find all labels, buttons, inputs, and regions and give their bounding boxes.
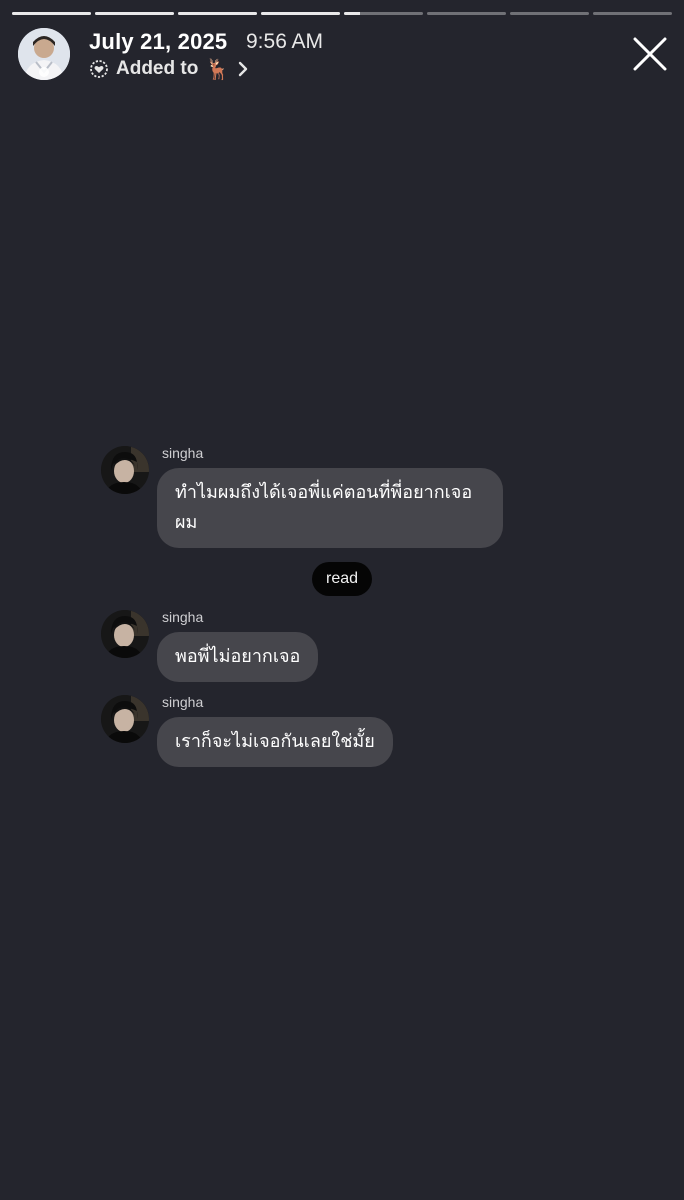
sender-name: singha (162, 694, 204, 710)
progress-segment-fill (261, 12, 340, 15)
progress-segment-fill (178, 12, 257, 15)
progress-segment-fill (95, 12, 174, 15)
progress-segment (178, 12, 257, 15)
profile-avatar[interactable] (18, 28, 70, 80)
story-time: 9:56 AM (246, 30, 324, 53)
progress-segment (593, 12, 672, 15)
close-icon (633, 37, 667, 71)
sender-name: singha (162, 445, 204, 461)
story-date: July 21, 2025 (89, 29, 228, 54)
progress-segment-fill (12, 12, 91, 15)
progress-segment (261, 12, 340, 15)
progress-segment (344, 12, 423, 15)
progress-segment (12, 12, 91, 15)
progress-segment (427, 12, 506, 15)
sender-avatar[interactable] (101, 446, 149, 494)
story-progress-bar (12, 12, 672, 15)
sender-name: singha (162, 609, 204, 625)
sender-photo (101, 695, 149, 743)
progress-segment-fill (344, 12, 360, 15)
chevron-right-icon (239, 61, 248, 77)
progress-segment (95, 12, 174, 15)
highlight-link[interactable]: Added to 🦌 (89, 56, 249, 82)
highlight-emoji: 🦌 (205, 57, 231, 81)
close-button[interactable] (630, 34, 670, 74)
sender-avatar[interactable] (101, 610, 149, 658)
profile-photo (18, 28, 70, 80)
added-to-label: Added to (116, 58, 199, 79)
message-bubble: ทำไมผมถึงได้เจอพี่แค่ตอนที่พี่อยากเจอ ผม (157, 468, 503, 548)
read-receipt: read (312, 562, 372, 596)
sender-avatar[interactable] (101, 695, 149, 743)
story-header: July 21, 2025 9:56 AM Added to 🦌 (18, 28, 670, 82)
heart-circle-icon (90, 60, 108, 78)
progress-segment (510, 12, 589, 15)
message-bubble: พอพี่ไม่อยากเจอ (157, 632, 319, 682)
sender-photo (101, 446, 149, 494)
sender-photo (101, 610, 149, 658)
message-bubble: เราก็จะไม่เจอกันเลยใช่มั้ย (157, 717, 393, 767)
